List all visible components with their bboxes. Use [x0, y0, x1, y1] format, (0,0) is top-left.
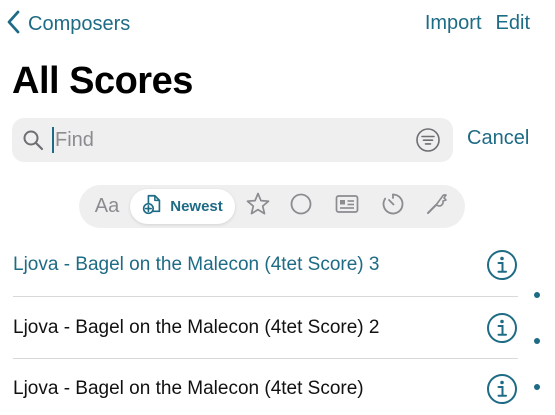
back-label: Composers — [28, 12, 131, 35]
timer-icon — [380, 191, 406, 222]
text-cursor — [52, 127, 54, 153]
score-title: Ljova - Bagel on the Malecon (4tet Score… — [13, 378, 364, 399]
score-title: Ljova - Bagel on the Malecon (4tet Score… — [13, 254, 380, 275]
info-icon[interactable] — [486, 249, 518, 281]
sort-newest-label: Newest — [170, 198, 223, 215]
star-icon — [245, 191, 271, 222]
score-row[interactable]: Ljova - Bagel on the Malecon (4tet Score… — [13, 297, 518, 359]
unread-dot — [534, 292, 540, 298]
info-icon[interactable] — [486, 373, 518, 405]
sort-card[interactable] — [333, 185, 361, 228]
page-title: All Scores — [12, 60, 193, 102]
search-icon — [22, 129, 44, 151]
sort-alphabetical[interactable]: Aa — [89, 185, 125, 228]
app-root: Composers Import Edit All Scores Cancel … — [0, 0, 555, 415]
circle-icon — [288, 191, 314, 222]
sort-tools[interactable] — [423, 185, 451, 228]
sort-timer[interactable] — [379, 185, 407, 228]
nav-actions: Import Edit — [425, 12, 530, 35]
cancel-button[interactable]: Cancel — [467, 127, 529, 150]
sort-star[interactable] — [244, 185, 272, 228]
score-title: Ljova - Bagel on the Malecon (4tet Score… — [13, 317, 380, 338]
score-row[interactable]: Ljova - Bagel on the Malecon (4tet Score… — [13, 358, 518, 415]
score-row[interactable]: Ljova - Bagel on the Malecon (4tet Score… — [13, 234, 518, 296]
chevron-left-icon — [4, 9, 24, 40]
sort-circle[interactable] — [287, 185, 315, 228]
new-document-icon — [142, 193, 164, 220]
search-input[interactable] — [55, 120, 415, 160]
id-card-icon — [334, 191, 360, 222]
import-button[interactable]: Import — [425, 12, 482, 35]
info-icon[interactable] — [486, 312, 518, 344]
tools-icon — [424, 191, 450, 222]
search-field[interactable] — [12, 118, 453, 162]
unread-dot — [534, 384, 540, 390]
sort-newest[interactable]: Newest — [130, 189, 235, 224]
back-button[interactable]: Composers — [4, 10, 130, 38]
sort-segmented-control: Aa Newest — [79, 185, 465, 228]
unread-dot — [534, 338, 540, 344]
edit-button[interactable]: Edit — [496, 12, 530, 35]
filter-icon[interactable] — [415, 127, 441, 153]
